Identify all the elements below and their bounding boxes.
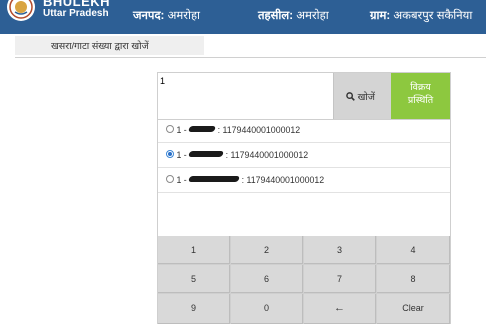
radio-button[interactable] xyxy=(166,175,174,183)
tehsil-label: तहसील: xyxy=(258,10,294,22)
divider xyxy=(158,142,450,143)
key-0[interactable]: 0 xyxy=(231,294,303,324)
radio-button[interactable] xyxy=(166,125,174,133)
result-option[interactable]: 1 - : 1179440001000012 xyxy=(166,124,300,136)
result-prefix: 1 - xyxy=(176,150,187,160)
divider xyxy=(158,192,450,193)
tehsil-info: तहसील: अमरोहा xyxy=(258,8,329,23)
result-option[interactable]: 1 - : 1179440001000012 xyxy=(166,149,308,161)
clear-key[interactable]: Clear xyxy=(377,294,450,324)
result-option[interactable]: 1 - : 1179440001000012 xyxy=(166,174,324,186)
key-1[interactable]: 1 xyxy=(158,236,230,264)
result-code: 1179440001000012 xyxy=(230,150,309,160)
search-button[interactable]: खोजें xyxy=(333,73,392,119)
divider xyxy=(15,57,486,58)
khasra-number-input[interactable]: 1 xyxy=(160,76,165,86)
search-button-label: खोजें xyxy=(357,92,375,103)
village-value: अकबरपुर सकैनिया xyxy=(393,10,473,22)
redacted-text xyxy=(188,176,241,182)
key-9[interactable]: 9 xyxy=(158,294,230,324)
sale-status-line1: विक्रय xyxy=(410,82,431,93)
sale-status-line2: प्रस्थिति xyxy=(407,95,434,106)
key-6[interactable]: 6 xyxy=(231,265,303,293)
tab-label: खसरा/गाटा संख्या द्वारा खोजें xyxy=(51,41,149,52)
key-2[interactable]: 2 xyxy=(231,236,303,264)
district-label: जनपद: xyxy=(133,10,165,22)
result-prefix: 1 - xyxy=(176,125,187,135)
search-icon xyxy=(346,92,355,101)
sale-status-button[interactable]: विक्रय प्रस्थिति xyxy=(391,73,450,119)
result-code: 1179440001000012 xyxy=(222,125,301,135)
tehsil-value: अमरोहा xyxy=(296,10,329,22)
search-panel: 1 खोजें विक्रय प्रस्थिति 1 - : 117944000… xyxy=(157,72,451,324)
government-emblem-logo xyxy=(7,0,35,21)
brand-subtitle: Uttar Pradesh xyxy=(43,8,109,19)
village-label: ग्राम: xyxy=(370,10,391,22)
backspace-key[interactable]: ← xyxy=(304,294,376,324)
tab-search-by-khasra[interactable]: खसरा/गाटा संख्या द्वारा खोजें xyxy=(15,36,204,55)
radio-button-selected[interactable] xyxy=(166,150,174,158)
divider xyxy=(158,167,450,168)
village-info: ग्राम: अकबरपुर सकैनिया xyxy=(370,8,472,23)
key-3[interactable]: 3 xyxy=(304,236,376,264)
redacted-text xyxy=(188,126,217,132)
key-7[interactable]: 7 xyxy=(304,265,376,293)
redacted-text xyxy=(188,151,225,157)
top-header: BHULEKH Uttar Pradesh जनपद: अमरोहा तहसील… xyxy=(0,0,486,34)
numeric-keypad: 1 2 3 4 5 6 7 8 9 0 ← Clear xyxy=(158,236,450,324)
key-4[interactable]: 4 xyxy=(377,236,450,264)
result-code: 1179440001000012 xyxy=(246,175,325,185)
district-value: अमरोहा xyxy=(167,10,201,22)
key-8[interactable]: 8 xyxy=(377,265,450,293)
key-5[interactable]: 5 xyxy=(158,265,230,293)
result-prefix: 1 - xyxy=(176,175,187,185)
search-row: 1 खोजें विक्रय प्रस्थिति xyxy=(158,72,450,120)
district-info: जनपद: अमरोहा xyxy=(133,8,200,23)
